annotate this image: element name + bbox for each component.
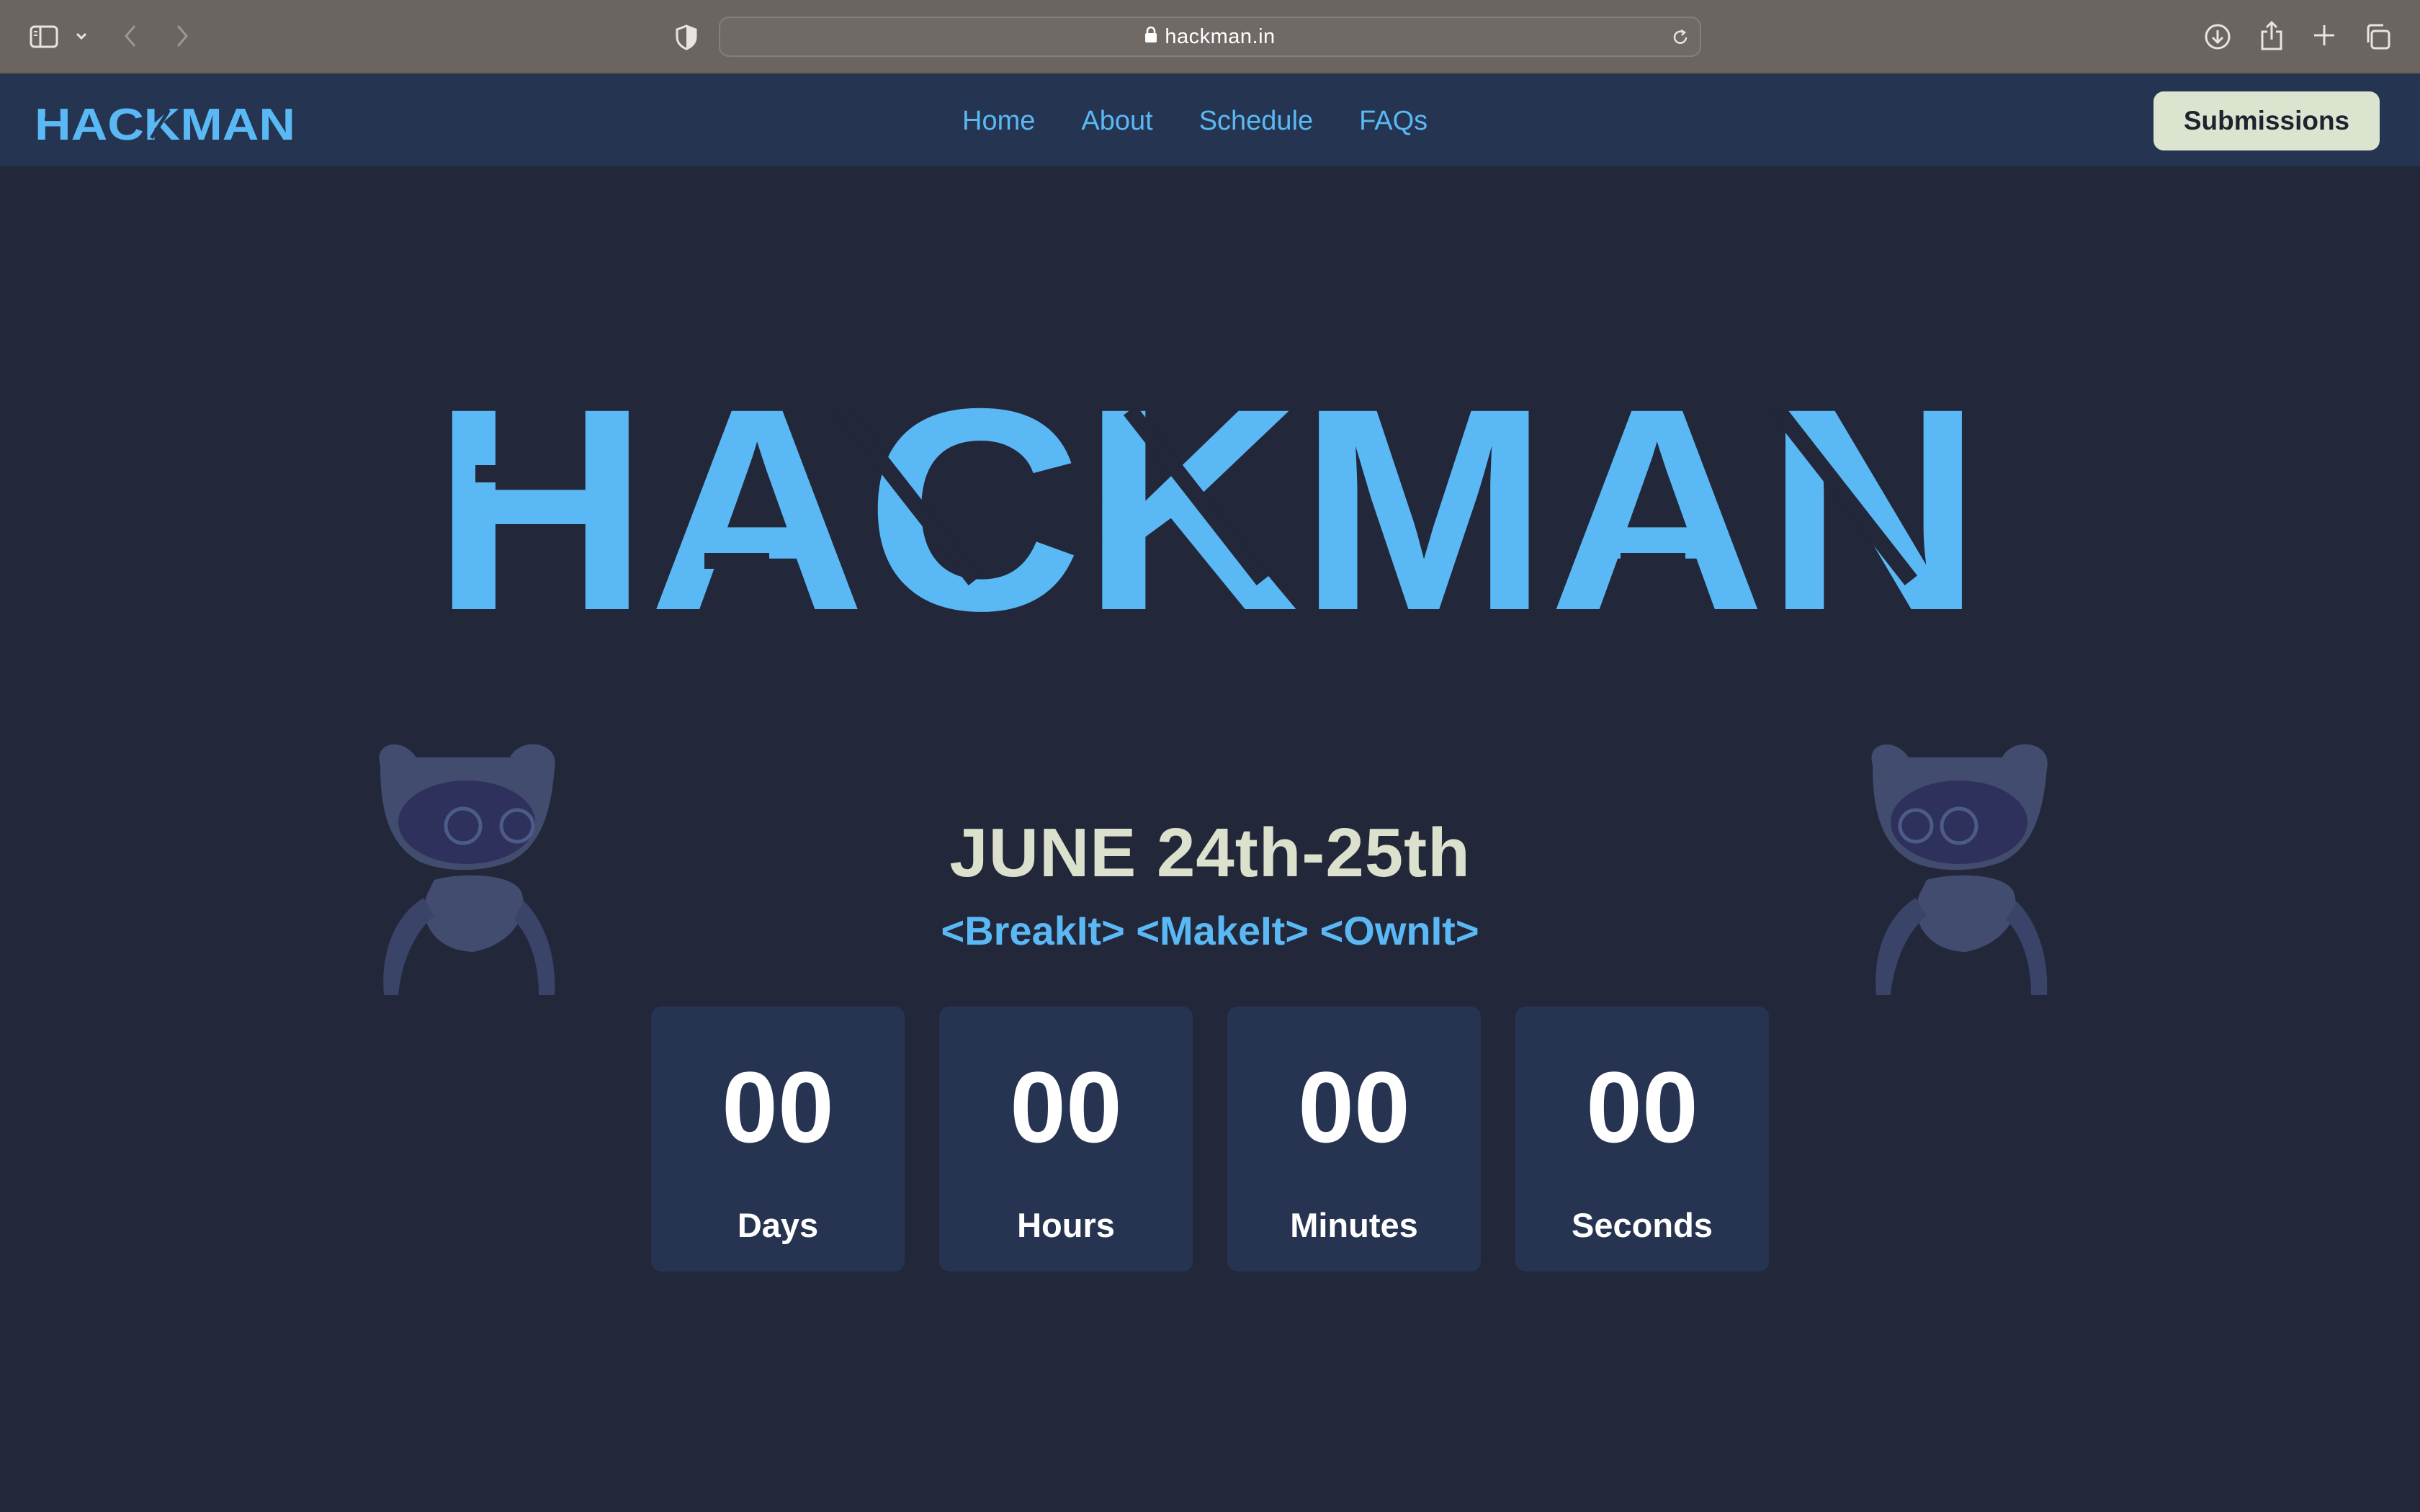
countdown-hours: 00 Hours xyxy=(939,1007,1193,1272)
browser-toolbar: hackman.in xyxy=(0,0,2420,74)
svg-text:HACKMAN: HACKMAN xyxy=(35,102,295,143)
nav-links: Home About Schedule FAQs xyxy=(962,103,1428,139)
hackman-logo-large: HACKMAN xyxy=(432,348,1982,670)
forward-arrow-icon[interactable] xyxy=(171,22,193,50)
event-date: JUNE 24th-25th xyxy=(949,814,1471,891)
countdown-timer: 00 Days 00 Hours 00 Minutes 00 Seconds xyxy=(651,1007,1769,1272)
nav-link-faqs[interactable]: FAQs xyxy=(1359,106,1428,137)
lock-icon xyxy=(1144,25,1157,49)
back-arrow-icon[interactable] xyxy=(120,22,141,50)
countdown-value: 00 xyxy=(1010,1050,1122,1164)
site-navbar: HACKMAN Home About Schedule FAQs Submiss… xyxy=(0,74,2420,166)
sidebar-toggle-icon[interactable] xyxy=(27,23,60,50)
countdown-value: 00 xyxy=(1586,1050,1698,1164)
countdown-minutes: 00 Minutes xyxy=(1227,1007,1481,1272)
event-tagline: <BreakIt> <MakeIt> <OwnIt> xyxy=(941,908,1479,953)
chevron-down-icon[interactable] xyxy=(72,27,91,45)
nav-logo[interactable]: HACKMAN xyxy=(35,100,297,150)
submissions-button[interactable]: Submissions xyxy=(2154,91,2380,150)
countdown-label: Minutes xyxy=(1290,1206,1418,1244)
nav-link-about[interactable]: About xyxy=(1081,106,1152,137)
countdown-days: 00 Days xyxy=(651,1007,905,1272)
hero-logo: HACKMAN xyxy=(432,348,1988,670)
url-text: hackman.in xyxy=(1165,24,1276,48)
countdown-value: 00 xyxy=(722,1050,834,1164)
countdown-label: Seconds xyxy=(1572,1206,1713,1244)
nav-link-schedule[interactable]: Schedule xyxy=(1199,106,1313,137)
countdown-label: Days xyxy=(737,1206,819,1244)
address-bar[interactable]: hackman.in xyxy=(719,17,1701,57)
download-icon[interactable] xyxy=(2202,22,2233,52)
countdown-label: Hours xyxy=(1017,1206,1115,1244)
nav-link-home[interactable]: Home xyxy=(962,106,1035,137)
hackman-logo-small: HACKMAN xyxy=(35,100,295,150)
reload-icon[interactable] xyxy=(1670,27,1691,48)
share-icon[interactable] xyxy=(2257,19,2286,52)
new-tab-icon[interactable] xyxy=(2311,22,2338,49)
tab-overview-icon[interactable] xyxy=(2362,22,2393,52)
privacy-shield-icon[interactable] xyxy=(674,23,699,52)
countdown-value: 00 xyxy=(1298,1050,1410,1164)
countdown-seconds: 00 Seconds xyxy=(1515,1007,1769,1272)
svg-text:HACKMAN: HACKMAN xyxy=(432,373,1982,618)
